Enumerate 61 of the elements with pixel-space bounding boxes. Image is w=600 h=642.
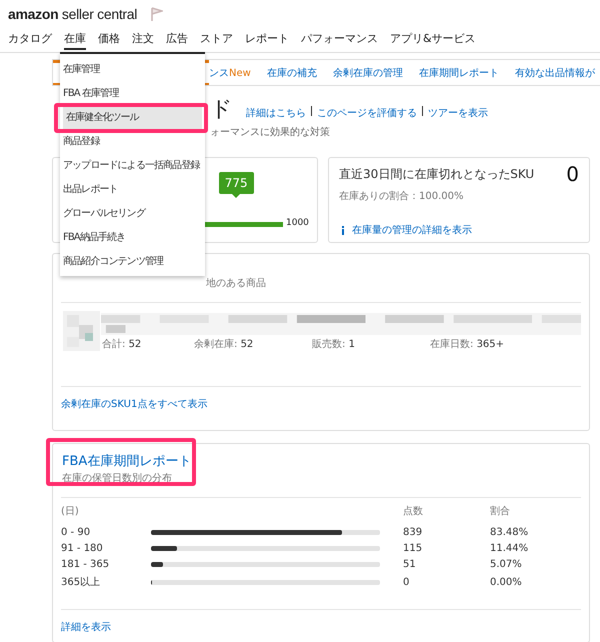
tab[interactable]: 余剰在庫の管理 <box>332 66 419 80</box>
table-cell-text: 115 <box>403 543 424 554</box>
nav-tab[interactable]: パフォーマンス <box>301 30 378 50</box>
card-subtitle: 在庫の保管日数別の分布 <box>62 472 173 485</box>
column-header: 割合 <box>490 504 511 518</box>
menu-item[interactable]: グローバルセリング <box>60 202 205 226</box>
flag-icon[interactable] <box>151 7 164 21</box>
card-title: 直近30日間に在庫切れとなったSKU <box>339 166 534 183</box>
header-link[interactable]: ツアーを表示 <box>428 106 488 120</box>
show-all-link[interactable]: 余剰在庫のSKU1点をすべて表示 <box>61 397 208 411</box>
sku-count: 0 <box>566 164 579 184</box>
nav-tab[interactable]: 広告 <box>166 30 188 50</box>
nav-tab[interactable]: 価格 <box>98 30 120 50</box>
table-cell-text: 0 <box>403 576 410 588</box>
nav-tab[interactable]: カタログ <box>8 30 52 50</box>
nav-tab[interactable]: 注文 <box>132 30 154 50</box>
table-cell-text: 5.07% <box>490 559 523 570</box>
stat-text: 合計: 52 <box>102 338 142 351</box>
info-icon <box>341 226 345 234</box>
table-cell-text: 11.44% <box>490 543 530 554</box>
menu-item[interactable]: 商品紹介コンテンツ管理 <box>60 250 205 274</box>
stat-text: 在庫日数: 365+ <box>430 338 506 351</box>
report-title-link[interactable]: FBA在庫期間レポート <box>62 452 581 470</box>
table-cell-text: 0.00% <box>490 576 523 588</box>
tab[interactable]: 有効な出品情報が <box>514 66 600 80</box>
nav-tab[interactable]: アプリ&サービス <box>390 30 476 50</box>
page-subtitle: ォーマンスに効果的な対策 <box>209 126 331 139</box>
details-link[interactable]: 詳細を表示 <box>61 620 111 634</box>
nav-tab[interactable]: 在庫 <box>64 30 86 50</box>
table-cell-text: 365以上 <box>61 576 102 589</box>
stat-text: 余剰在庫: 52 <box>194 338 254 351</box>
card-subtitle: 在庫ありの割合：100.00% <box>339 190 464 203</box>
table-cell-text: 83.48% <box>490 527 530 538</box>
gauge-max: 1000 <box>286 218 309 228</box>
table-cell-text: 0 - 90 <box>61 527 92 538</box>
tab[interactable]: ンスNew <box>209 66 267 80</box>
menu-item[interactable]: FBA納品手続き <box>60 226 205 250</box>
page-title: ド <box>210 96 233 124</box>
new-label: New <box>229 68 251 78</box>
logo[interactable]: amazon seller central <box>8 6 138 22</box>
nav-tab[interactable]: レポート <box>245 30 289 50</box>
table-cell-text: 51 <box>403 559 417 570</box>
menu-item[interactable]: 商品登録 <box>60 130 205 154</box>
tab[interactable]: 在庫期間レポート <box>418 66 515 80</box>
nav-tab[interactable]: ストア <box>200 30 233 50</box>
tab[interactable]: 在庫の補充 <box>266 66 333 80</box>
header-link[interactable]: このページを評価する <box>317 106 417 120</box>
stat-text: 販売数: 1 <box>312 338 356 351</box>
menu-item[interactable]: 在庫健全化ツール <box>63 106 202 130</box>
column-header: (日) <box>61 505 80 518</box>
table-cell-text: 839 <box>403 527 424 538</box>
table-cell-text: 181 - 365 <box>61 559 110 570</box>
table-cell-text: 91 - 180 <box>61 543 104 554</box>
header-link[interactable]: 詳細はこちら <box>246 106 306 120</box>
details-link[interactable]: 在庫量の管理の詳細を表示 <box>352 223 472 237</box>
menu-item[interactable]: アップロードによる一括商品登録 <box>60 154 205 178</box>
menu-item[interactable]: 出品レポート <box>60 178 205 202</box>
card-subtitle: 地のある商品 <box>205 276 267 290</box>
menu-item[interactable]: FBA 在庫管理 <box>60 82 205 106</box>
menu-item[interactable]: 在庫管理 <box>60 58 205 82</box>
column-header: 点数 <box>403 504 424 518</box>
